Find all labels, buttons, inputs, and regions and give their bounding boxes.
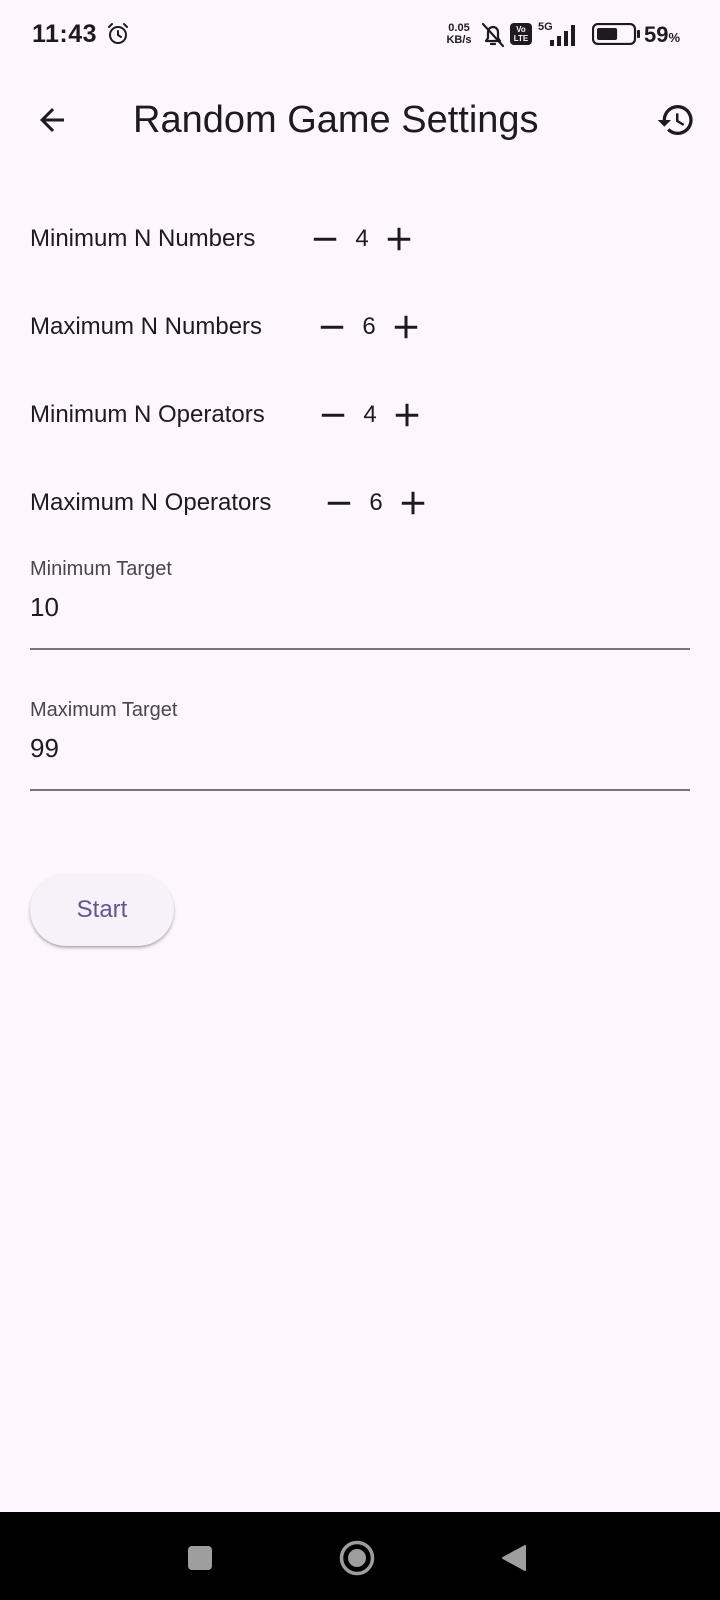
- field-label: Minimum Target: [30, 558, 172, 580]
- status-time: 11:43: [32, 20, 98, 48]
- screen: 11:43 0.05 KB/s Vo LTE 5G 59% Random Gam…: [0, 0, 720, 1600]
- signal-icon: 5G: [538, 21, 575, 46]
- stepper-label: Maximum N Numbers: [30, 313, 263, 340]
- history-icon: [657, 105, 693, 136]
- network-speed-unit: KB/s: [446, 34, 472, 46]
- decrement-min-numbers-button[interactable]: [302, 216, 348, 262]
- battery-percent-value: 59: [644, 22, 669, 47]
- start-button[interactable]: Start: [30, 874, 174, 946]
- plus-icon: [395, 403, 419, 427]
- field-label: Maximum Target: [30, 699, 178, 721]
- stepper-value: 4: [363, 401, 377, 428]
- notifications-off-icon: [481, 22, 505, 48]
- navigation-bar: [0, 1512, 720, 1600]
- plus-icon: [394, 315, 418, 339]
- battery-percent: 59%: [644, 22, 680, 48]
- minus-icon: [321, 413, 345, 417]
- increment-min-operators-button[interactable]: [384, 392, 430, 438]
- recents-button[interactable]: [172, 1530, 228, 1586]
- status-bar: 11:43 0.05 KB/s Vo LTE 5G 59%: [0, 0, 720, 70]
- page-title: Random Game Settings: [133, 99, 539, 141]
- battery-icon: [592, 23, 640, 45]
- back-button[interactable]: [24, 92, 80, 148]
- stepper-min-numbers: Minimum N Numbers 4: [30, 209, 422, 269]
- field-value: 99: [30, 733, 59, 763]
- volte-line2: LTE: [513, 34, 529, 43]
- recents-square-icon: [188, 1546, 212, 1570]
- increment-max-numbers-button[interactable]: [383, 304, 429, 350]
- maximum-target-field[interactable]: Maximum Target 99: [30, 699, 690, 791]
- stepper-value: 6: [369, 489, 383, 516]
- stepper-max-operators: Maximum N Operators 6: [30, 473, 436, 533]
- volte-line1: Vo: [516, 25, 526, 34]
- field-value: 10: [30, 592, 59, 622]
- stepper-min-operators: Minimum N Operators 4: [30, 385, 430, 445]
- decrement-max-operators-button[interactable]: [316, 480, 362, 526]
- plus-icon: [387, 227, 411, 251]
- increment-max-operators-button[interactable]: [390, 480, 436, 526]
- minus-icon: [327, 501, 351, 505]
- minimum-target-field[interactable]: Minimum Target 10: [30, 558, 690, 650]
- stepper-label: Minimum N Operators: [30, 401, 265, 428]
- plus-icon: [401, 491, 425, 515]
- decrement-max-numbers-button[interactable]: [309, 304, 355, 350]
- history-button[interactable]: [648, 92, 704, 148]
- minus-icon: [313, 237, 337, 241]
- stepper-value: 4: [355, 225, 369, 252]
- system-back-button[interactable]: [486, 1530, 542, 1586]
- arrow-back-icon: [40, 108, 64, 132]
- back-triangle-icon: [502, 1545, 526, 1571]
- network-speed-value: 0.05: [448, 22, 470, 34]
- stepper-label: Maximum N Operators: [30, 489, 272, 516]
- alarm-icon: [108, 23, 128, 44]
- stepper-label: Minimum N Numbers: [30, 225, 256, 252]
- battery-percent-sign: %: [668, 30, 681, 45]
- decrement-min-operators-button[interactable]: [310, 392, 356, 438]
- increment-min-numbers-button[interactable]: [376, 216, 422, 262]
- network-speed: 0.05 KB/s: [444, 22, 474, 46]
- minus-icon: [320, 325, 344, 329]
- stepper-max-numbers: Maximum N Numbers 6: [30, 297, 429, 357]
- network-type-label: 5G: [538, 21, 553, 33]
- app-bar: Random Game Settings: [0, 70, 720, 182]
- stepper-value: 6: [362, 313, 376, 340]
- home-circle-icon: [339, 1540, 375, 1576]
- home-button[interactable]: [329, 1530, 385, 1586]
- volte-icon: Vo LTE: [510, 23, 532, 45]
